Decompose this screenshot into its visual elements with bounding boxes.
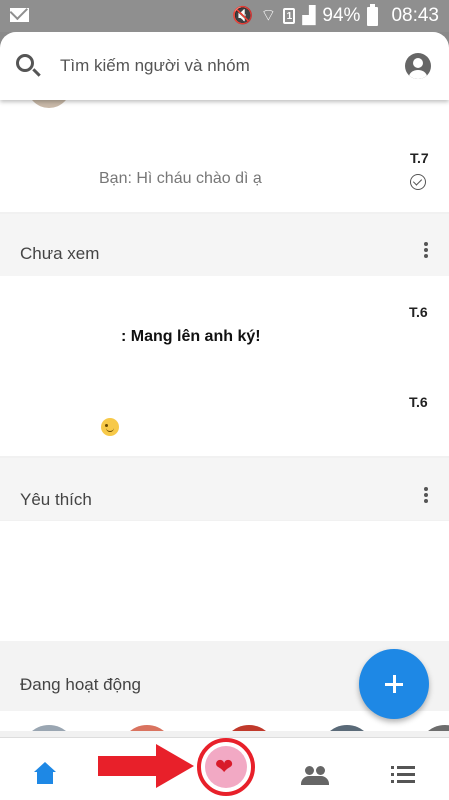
new-message-button[interactable] [359,649,429,719]
bottom-navigation: ❤ [0,737,449,800]
favorites-list [0,521,449,641]
search-input[interactable]: Tìm kiếm người và nhóm [60,56,250,76]
conversation-preview: : Mang lên anh ký! [121,328,261,345]
section-title: Đang hoạt động [20,675,141,694]
app-container: Tìm kiếm người và nhóm Bạn: Hì cháu chào… [0,32,449,800]
avatar[interactable] [120,725,174,731]
avatar[interactable] [222,725,276,731]
conversation-item[interactable]: T.6 : Mang lên anh ký! [0,276,449,366]
status-clock: 08:43 [391,5,439,26]
search-icon[interactable] [16,54,34,72]
conversation-item[interactable]: T.6 [0,366,449,456]
conversation-preview: Bạn: Hì cháu chào dì ạ [99,170,262,187]
avatar[interactable] [22,725,76,731]
people-icon[interactable] [301,766,329,786]
profile-icon[interactable] [405,53,431,79]
section-header-favorites: Yêu thích [0,458,449,520]
conversation-timestamp: T.7 [410,150,429,166]
more-vert-icon[interactable] [424,487,428,503]
heart-icon: ❤ [215,755,234,780]
signal-icon: ▟ [302,5,316,26]
annotation-arrow [98,744,194,788]
battery-percent: 94% [322,5,361,26]
mail-notification-icon [10,8,29,22]
wifi-icon: ⌔ [260,5,277,26]
more-vert-icon[interactable] [424,242,428,258]
home-icon[interactable] [34,762,56,785]
section-header-unread: Chưa xem [0,214,449,276]
battery-icon [367,3,379,26]
search-bar[interactable]: Tìm kiếm người và nhóm [0,32,449,100]
wink-emoji-icon [101,418,119,436]
seen-check-icon [410,174,426,190]
conversation-item[interactable]: Bạn: Hì cháu chào dì ạ T.7 [0,142,449,212]
conversation-timestamp: T.6 [409,394,428,410]
section-title: Yêu thích [20,490,92,509]
plus-icon [385,675,403,693]
status-bar: 🔇 ⌔ 1 ▟ 94% 08:43 [0,0,449,32]
conversation-timestamp: T.6 [409,304,428,320]
favorites-tab[interactable]: ❤ [197,738,255,796]
sim-icon: 1 [283,8,296,24]
avatar[interactable] [418,725,449,731]
unread-list: T.6 : Mang lên anh ký! T.6 [0,276,449,456]
avatar[interactable] [320,725,374,731]
list-icon[interactable] [391,766,415,784]
section-title: Chưa xem [20,244,100,263]
mute-icon: 🔇 [232,5,254,26]
